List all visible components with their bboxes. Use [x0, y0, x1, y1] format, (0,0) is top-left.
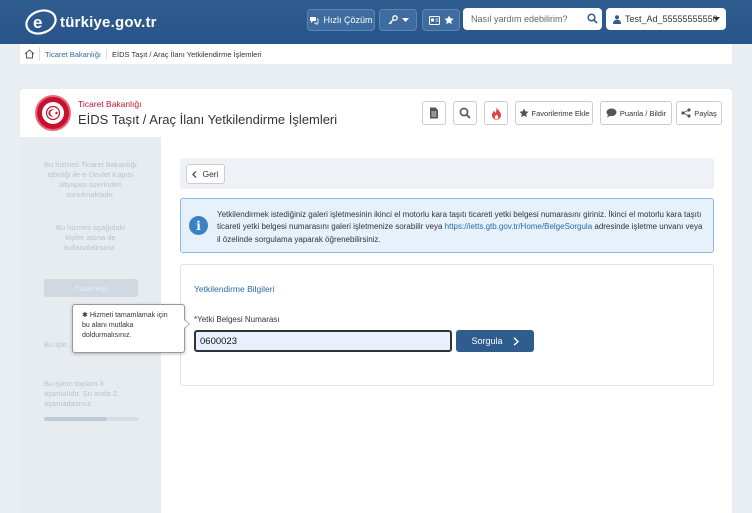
- belge-sorgula-link[interactable]: https://ietts.gtb.gov.tr/Home/BelgeSorgu…: [445, 222, 592, 231]
- home-icon[interactable]: [24, 47, 40, 61]
- tooltip-bullet-icon: ✱: [82, 312, 90, 319]
- star-icon: [444, 15, 453, 25]
- share-button[interactable]: Paylaş: [676, 101, 722, 125]
- turkiye-gov-logo[interactable]: e türkiye.gov.tr: [24, 7, 157, 37]
- ministry-seal-logo: [35, 95, 71, 131]
- query-button[interactable]: Sorgula: [456, 330, 534, 352]
- institution-name: Ticaret Bakanlığı: [78, 99, 142, 109]
- sidebar-auth-text: Bu hizmeti Ticaret Bakanlığı işbirliği i…: [44, 160, 137, 199]
- share-icon: [681, 108, 691, 118]
- quick-help-icon: [310, 16, 319, 25]
- form-title: Yetkilendirme Bilgileri: [194, 284, 275, 294]
- search-icon: [459, 107, 471, 119]
- service-header: Ticaret Bakanlığı EİDS Taşıt / Araç İlan…: [20, 89, 732, 137]
- main-content: Geri i Yetkilendirmek istediğiniz galeri…: [161, 137, 732, 513]
- query-label: Sorgula: [471, 336, 503, 346]
- id-card-icon: [428, 15, 440, 25]
- step-progress-bar: [44, 417, 138, 421]
- user-menu[interactable]: Test_Ad_55555555550: [606, 8, 726, 30]
- sidebar-steps-text: Bu işlem toplam 3 aşamalıdır. Şu anda 2.…: [44, 379, 120, 408]
- star-icon: [519, 108, 529, 118]
- chevron-down-icon: [401, 17, 409, 22]
- step-progress-fill: [44, 417, 107, 421]
- required-field-tooltip: ✱ Hizmeti tamamlamak için bu alanı mutla…: [72, 304, 190, 353]
- legal-entity-button[interactable]: Tüzel Kişi: [44, 279, 138, 297]
- page-title: EİDS Taşıt / Araç İlanı Yetkilendirme İş…: [78, 112, 338, 127]
- quick-help-label: Hızlı Çözüm: [323, 15, 373, 25]
- fire-icon: [491, 107, 501, 120]
- logo-text: türkiye.gov.tr: [60, 13, 157, 31]
- search-service-button[interactable]: [453, 101, 477, 125]
- chevron-left-icon: [192, 170, 197, 178]
- rate-report-label: Puanla / Bildir: [619, 108, 667, 118]
- search-input[interactable]: Nasıl yardım edebilirim?: [463, 8, 602, 30]
- share-label: Paylaş: [694, 108, 717, 118]
- tooltip-text: Hizmeti tamamlamak için bu alanı mutlaka…: [82, 312, 168, 339]
- top-bar: e türkiye.gov.tr Hızlı Çözüm Nasıl yardı…: [0, 0, 752, 44]
- document-button[interactable]: [422, 101, 446, 125]
- info-icon: i: [189, 216, 208, 235]
- search-icon[interactable]: [587, 13, 598, 24]
- certificate-number-input[interactable]: [194, 330, 452, 352]
- user-name: Test_Ad_55555555550: [625, 14, 718, 24]
- info-alert: i Yetkilendirmek istediğiniz galeri işle…: [180, 198, 714, 253]
- key-icon: [388, 15, 398, 25]
- back-bar: Geri: [180, 158, 714, 189]
- sidebar-party-text: Bu hizmeti aşağıdaki kişiler adına de ku…: [55, 223, 126, 252]
- add-favorites-label: Favorilerime Ekle: [531, 108, 590, 118]
- popular-button[interactable]: [484, 101, 508, 125]
- back-button[interactable]: Geri: [186, 164, 225, 184]
- user-icon: [613, 14, 621, 24]
- authorization-form: Yetkilendirme Bilgileri *Yetki Belgesi N…: [180, 264, 714, 386]
- certificate-number-label: *Yetki Belgesi Numarası: [194, 315, 280, 324]
- chevron-right-icon: [513, 336, 519, 346]
- quick-help-button[interactable]: Hızlı Çözüm: [307, 9, 375, 31]
- card-favorites-button[interactable]: [422, 9, 460, 31]
- back-label: Geri: [202, 169, 219, 179]
- comment-icon: [606, 108, 617, 118]
- chevron-down-icon: [713, 17, 720, 21]
- rate-report-button[interactable]: Puanla / Bildir: [600, 101, 672, 125]
- key-menu-button[interactable]: [379, 9, 417, 31]
- breadcrumb-item-ministry[interactable]: Ticaret Bakanlığı: [40, 49, 107, 59]
- e-logo-icon: e: [24, 7, 58, 37]
- breadcrumb-item-current: EİDS Taşıt / Araç İlanı Yetkilendirme İş…: [112, 49, 262, 59]
- svg-text:e: e: [33, 13, 42, 32]
- add-favorites-button[interactable]: Favorilerime Ekle: [515, 101, 593, 125]
- document-icon: [430, 107, 438, 119]
- breadcrumb: Ticaret Bakanlığı EİDS Taşıt / Araç İlan…: [20, 44, 732, 64]
- info-text: Yetkilendirmek istediğiniz galeri işletm…: [217, 209, 707, 246]
- search-placeholder: Nasıl yardım edebilirim?: [471, 14, 568, 24]
